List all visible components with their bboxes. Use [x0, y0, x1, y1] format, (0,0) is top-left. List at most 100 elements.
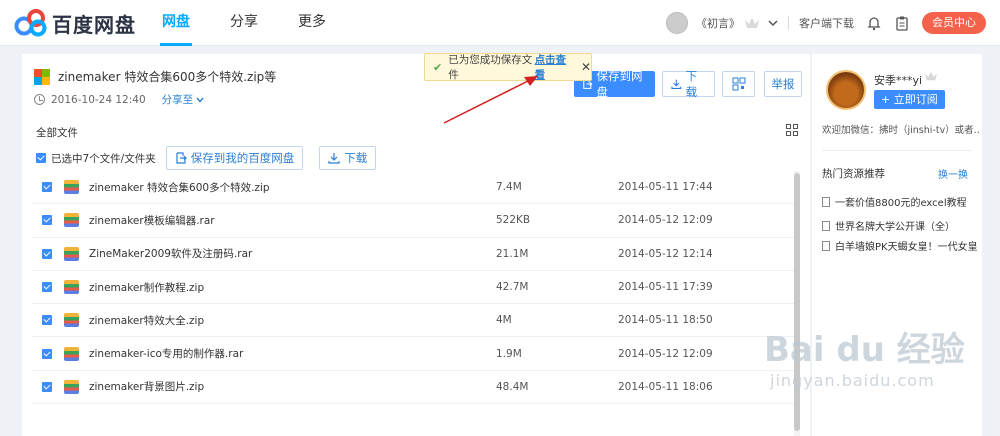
client-download-link[interactable]: 客户端下载 [799, 15, 854, 31]
list-scrollbar[interactable] [794, 171, 800, 436]
row-checkbox[interactable] [42, 381, 52, 392]
nav-more[interactable]: 更多 [296, 0, 328, 46]
save-to-my-netdisk-label: 保存到我的百度网盘 [190, 151, 295, 165]
breadcrumb-all-files[interactable]: 全部文件 [36, 125, 78, 140]
file-name[interactable]: zinemaker 特效合集600多个特效.zip [89, 180, 270, 195]
hot-resource-item[interactable]: 世界名牌大学公开课（全） [822, 218, 978, 233]
sharer-name[interactable]: 安季***yi [874, 72, 922, 88]
check-icon: ✔ [433, 60, 443, 74]
refresh-link[interactable]: 换一换 [938, 166, 968, 181]
toast-view-link[interactable]: 点击查看 [535, 52, 573, 82]
archive-file-icon [64, 346, 79, 361]
selected-count: 已选中7个文件/文件夹 [51, 152, 156, 165]
vip-center-button[interactable]: 会员中心 [922, 12, 986, 34]
file-date: 2014-05-11 17:39 [618, 281, 713, 294]
document-icon [822, 240, 830, 251]
table-row[interactable]: zinemaker模板编辑器.rar 522KB 2014-05-12 12:0… [32, 204, 800, 238]
close-icon[interactable]: ✕ [581, 60, 591, 74]
file-size: 21.1M [496, 247, 529, 260]
qrcode-button[interactable] [722, 71, 755, 97]
file-date: 2014-05-12 12:09 [618, 347, 713, 360]
hot-resource-item[interactable]: 白羊墙娘PK天蝎女皇！一代女皇... [822, 238, 978, 253]
file-name[interactable]: zinemaker-ico专用的制作器.rar [89, 346, 243, 361]
file-name[interactable]: zinemaker制作教程.zip [89, 280, 204, 295]
share-title: zinemaker 特效合集600多个特效.zip等 [34, 68, 276, 85]
table-row[interactable]: zinemaker制作教程.zip 42.7M 2014-05-11 17:39 [32, 271, 800, 305]
table-row[interactable]: zinemaker-ico专用的制作器.rar 1.9M 2014-05-12 … [32, 337, 800, 371]
select-all-checkbox[interactable] [36, 153, 46, 163]
file-name[interactable]: zinemaker背景图片.zip [89, 379, 204, 394]
user-name[interactable]: 《初言》 [696, 15, 740, 31]
chevron-down-icon[interactable] [196, 97, 204, 103]
list-download-button[interactable]: 下载 [319, 146, 377, 170]
clock-icon [34, 94, 45, 105]
nav-share[interactable]: 分享 [228, 0, 260, 46]
file-name[interactable]: ZineMaker2009软件及注册码.rar [89, 246, 252, 261]
download-button[interactable]: 下载 [662, 69, 715, 99]
chevron-down-icon[interactable] [768, 19, 778, 27]
selection-toolbar: 已选中7个文件/文件夹 保存到我的百度网盘 下载 [36, 146, 377, 170]
table-row[interactable]: zinemaker背景图片.zip 48.4M 2014-05-11 18:06 [32, 371, 800, 405]
archive-file-icon [64, 246, 79, 261]
download-icon [328, 153, 340, 164]
nav-netdisk[interactable]: 网盘 [160, 0, 192, 46]
table-row[interactable]: zinemaker特效大全.zip 4M 2014-05-11 18:50 [32, 304, 800, 338]
share-meta: 2016-10-24 12:40 分享至 [34, 92, 204, 107]
user-area: 《初言》 客户端下载 会员中心 [666, 0, 986, 46]
file-size: 522KB [496, 214, 531, 227]
file-size: 48.4M [496, 380, 529, 393]
subscribe-button[interactable]: + 立即订阅 [874, 90, 945, 109]
watermark-url: jingyan.baidu.com [770, 371, 935, 390]
share-date: 2016-10-24 12:40 [51, 93, 146, 106]
clipboard-icon[interactable] [894, 15, 910, 31]
file-name[interactable]: zinemaker模板编辑器.rar [89, 213, 215, 228]
row-checkbox[interactable] [42, 348, 52, 359]
grid-view-icon[interactable] [786, 124, 798, 136]
windows-logo-icon [34, 68, 50, 85]
crown-icon [925, 71, 937, 81]
file-size: 42.7M [496, 281, 529, 294]
download-label: 下载 [685, 69, 698, 99]
baidu-jingyan-watermark: Bai du 经验 jingyan.baidu.com [764, 322, 996, 390]
logo[interactable]: 百度网盘 [14, 8, 136, 38]
file-date: 2014-05-11 17:44 [618, 181, 713, 194]
divider [822, 150, 972, 151]
report-label: 举报 [771, 77, 795, 91]
row-checkbox[interactable] [42, 248, 52, 259]
brand-name: 百度网盘 [52, 12, 136, 37]
save-to-my-netdisk-button[interactable]: 保存到我的百度网盘 [165, 146, 304, 170]
archive-file-icon [64, 280, 79, 295]
divider [788, 16, 789, 30]
table-row[interactable]: ZineMaker2009软件及注册码.rar 21.1M 2014-05-12… [32, 238, 800, 271]
sharer-description: 欢迎加微信：拂时（jinshi-tv）或者... [822, 125, 980, 136]
row-checkbox[interactable] [42, 182, 52, 193]
file-size: 7.4M [496, 181, 522, 194]
hot-resource-title[interactable]: 世界名牌大学公开课（全） [835, 218, 955, 233]
row-checkbox[interactable] [42, 215, 52, 226]
table-row[interactable]: zinemaker 特效合集600多个特效.zip 7.4M 2014-05-1… [32, 171, 800, 205]
archive-file-icon [64, 313, 79, 328]
share-title-text: zinemaker 特效合集600多个特效.zip等 [58, 70, 277, 84]
file-size: 1.9M [496, 347, 522, 360]
watermark-main: Bai du 经验 [764, 330, 965, 370]
scrollbar-thumb[interactable] [794, 173, 800, 431]
hot-resources-title: 热门资源推荐 [822, 168, 885, 180]
report-button[interactable]: 举报 [764, 71, 802, 97]
sharer-avatar[interactable] [826, 70, 866, 110]
row-checkbox[interactable] [42, 315, 52, 326]
document-icon [822, 196, 830, 207]
qrcode-icon [732, 77, 745, 91]
hot-resource-title[interactable]: 一套价值8800元的excel教程 [835, 194, 967, 209]
share-to-link[interactable]: 分享至 [162, 92, 194, 107]
save-icon [176, 152, 187, 164]
file-date: 2014-05-11 18:50 [618, 314, 713, 327]
row-checkbox[interactable] [42, 282, 52, 293]
hot-resource-item[interactable]: 一套价值8800元的excel教程 [822, 194, 978, 209]
bell-icon[interactable] [866, 15, 882, 31]
file-date: 2014-05-12 12:09 [618, 214, 713, 227]
hot-resource-title[interactable]: 白羊墙娘PK天蝎女皇！一代女皇... [835, 238, 978, 253]
download-icon [671, 79, 682, 89]
crown-icon [745, 18, 759, 28]
file-name[interactable]: zinemaker特效大全.zip [89, 313, 204, 328]
user-avatar[interactable] [666, 12, 688, 34]
